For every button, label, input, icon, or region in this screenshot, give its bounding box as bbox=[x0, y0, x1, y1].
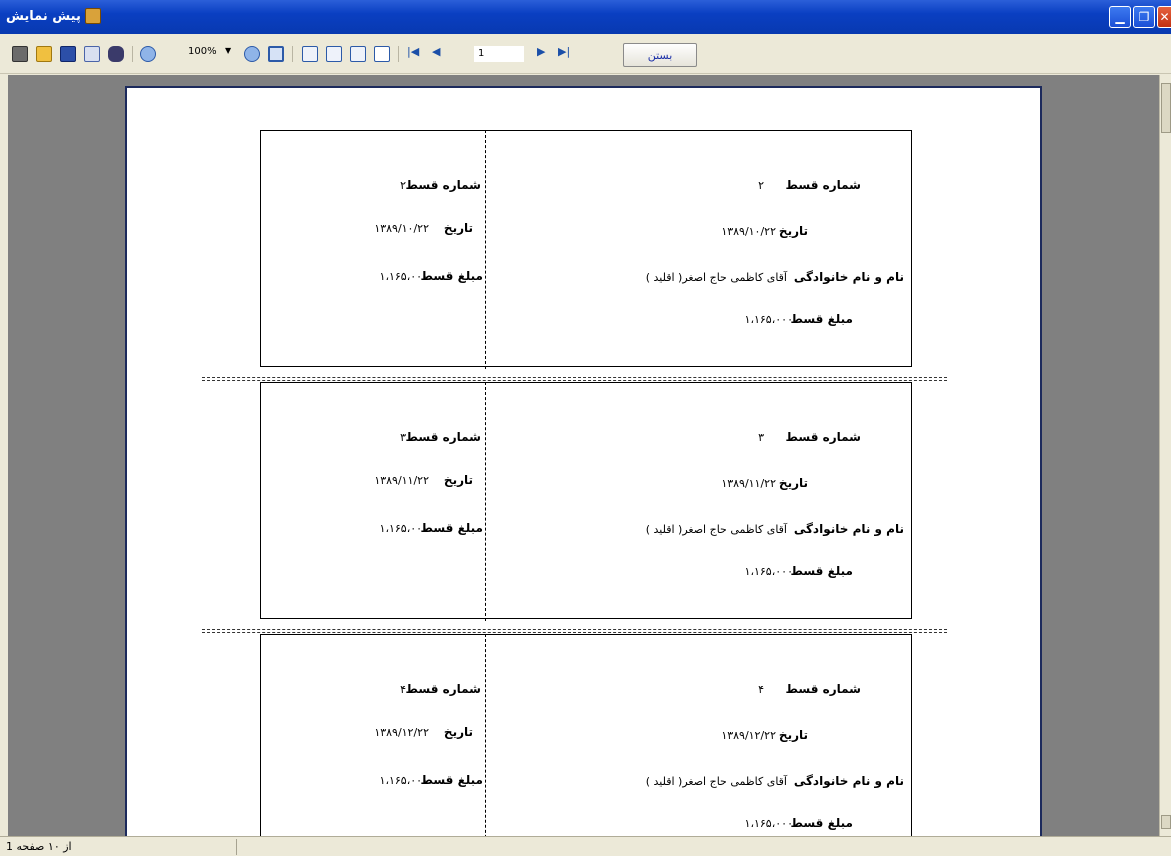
stub-divider bbox=[485, 382, 486, 621]
installment-date: ۱۳۸۹/۱۱/۲۲ bbox=[721, 477, 776, 490]
number-label: شماره قسط bbox=[785, 430, 861, 444]
find-icon[interactable] bbox=[108, 44, 124, 64]
title-bar: پیش نمایش ▁ ❐ ✕ bbox=[0, 0, 1171, 34]
date-label: تاریخ bbox=[778, 224, 808, 238]
stub-divider bbox=[485, 634, 486, 836]
stub-amount-label: مبلغ قسط bbox=[420, 269, 483, 283]
installment-date: ۱۳۸۹/۱۲/۲۲ bbox=[721, 729, 776, 742]
cut-line bbox=[202, 380, 947, 381]
vertical-scrollbar[interactable] bbox=[1159, 75, 1171, 836]
status-separator bbox=[236, 839, 237, 855]
toolbar: 100% ▼ |◀ ◀ 1 ▶ ▶| bbox=[0, 34, 1171, 74]
installment-number: ۴ bbox=[758, 683, 764, 696]
stub-number: ۴ bbox=[400, 683, 406, 696]
receipt-card: شماره قسط ۳ تاریخ ۱۳۸۹/۱۱/۲۲ مبلغ قسط ۱،… bbox=[260, 382, 912, 621]
installment-amount: ۱،۱۶۵،۰۰۰ bbox=[744, 817, 793, 830]
page-number-input[interactable]: 1 bbox=[474, 46, 524, 62]
save-icon[interactable] bbox=[60, 44, 76, 64]
stub-date-label: تاریخ bbox=[443, 473, 473, 487]
minimize-button[interactable]: ▁ bbox=[1109, 6, 1131, 28]
date-label: تاریخ bbox=[778, 476, 808, 490]
full-page-icon[interactable] bbox=[268, 44, 284, 64]
customer-name: آقای کاظمی حاج اصغر( اقلید ) bbox=[645, 775, 787, 788]
customer-name: آقای کاظمی حاج اصغر( اقلید ) bbox=[645, 523, 787, 536]
cut-line bbox=[202, 629, 947, 630]
page-info: از ۱۰ صفحه 1 bbox=[6, 840, 72, 853]
stub-number-label: شماره قسط bbox=[405, 682, 481, 696]
zoom-level[interactable]: 100% bbox=[188, 46, 217, 57]
title-group: پیش نمایش bbox=[6, 8, 101, 24]
customer-name: آقای کاظمی حاج اصغر( اقلید ) bbox=[645, 271, 787, 284]
stub-date: ۱۳۸۹/۱۰/۲۲ bbox=[374, 222, 429, 235]
amount-label: مبلغ قسط bbox=[790, 564, 853, 578]
book-icon[interactable] bbox=[350, 44, 366, 64]
edit-icon[interactable] bbox=[374, 44, 390, 64]
stub-date: ۱۳۸۹/۱۲/۲۲ bbox=[374, 726, 429, 739]
stub-date-label: تاریخ bbox=[443, 725, 473, 739]
receipt-card: شماره قسط ۴ تاریخ ۱۳۸۹/۱۲/۲۲ مبلغ قسط ۱،… bbox=[260, 634, 912, 836]
report-page: شماره قسط ۲ تاریخ ۱۳۸۹/۱۰/۲۲ مبلغ قسط ۱،… bbox=[125, 86, 1042, 836]
first-page-icon[interactable]: |◀ bbox=[407, 45, 419, 58]
stub-number: ۳ bbox=[400, 431, 406, 444]
stub-number-label: شماره قسط bbox=[405, 178, 481, 192]
stub-date-label: تاریخ bbox=[443, 221, 473, 235]
installment-amount: ۱،۱۶۵،۰۰۰ bbox=[744, 313, 793, 326]
name-label: نام و نام خانوادگی bbox=[793, 270, 904, 284]
open-icon[interactable] bbox=[36, 44, 52, 64]
stub-amount: ۱،۱۶۵،۰۰۰ bbox=[379, 522, 428, 535]
cut-line bbox=[202, 377, 947, 378]
stub-number-label: شماره قسط bbox=[405, 430, 481, 444]
installment-number: ۲ bbox=[758, 179, 764, 192]
toolbar-separator bbox=[292, 46, 293, 62]
window-title: پیش نمایش bbox=[6, 8, 81, 24]
window-controls: ▁ ❐ ✕ bbox=[1109, 6, 1171, 28]
last-page-icon[interactable]: ▶| bbox=[558, 45, 570, 58]
scrollbar-thumb[interactable] bbox=[1161, 83, 1171, 133]
report-icon bbox=[84, 8, 101, 24]
close-button[interactable]: بستن bbox=[623, 43, 697, 67]
installment-amount: ۱،۱۶۵،۰۰۰ bbox=[744, 565, 793, 578]
installment-number: ۳ bbox=[758, 431, 764, 444]
multi-page-icon[interactable] bbox=[326, 44, 342, 64]
amount-label: مبلغ قسط bbox=[790, 312, 853, 326]
zoom-out-icon[interactable] bbox=[244, 44, 260, 64]
amount-label: مبلغ قسط bbox=[790, 816, 853, 830]
next-page-icon[interactable]: ▶ bbox=[537, 45, 545, 58]
toolbar-separator bbox=[398, 46, 399, 62]
cut-line bbox=[202, 632, 947, 633]
installment-date: ۱۳۸۹/۱۰/۲۲ bbox=[721, 225, 776, 238]
toolbar-separator bbox=[132, 46, 133, 62]
print-icon[interactable] bbox=[12, 44, 28, 64]
date-label: تاریخ bbox=[778, 728, 808, 742]
export-icon[interactable] bbox=[84, 44, 100, 64]
stub-amount: ۱،۱۶۵،۰۰۰ bbox=[379, 270, 428, 283]
chevron-down-icon[interactable]: ▼ bbox=[225, 46, 231, 55]
receipt-card: شماره قسط ۲ تاریخ ۱۳۸۹/۱۰/۲۲ مبلغ قسط ۱،… bbox=[260, 130, 912, 369]
number-label: شماره قسط bbox=[785, 682, 861, 696]
single-page-icon[interactable] bbox=[302, 44, 318, 64]
number-label: شماره قسط bbox=[785, 178, 861, 192]
stub-date: ۱۳۸۹/۱۱/۲۲ bbox=[374, 474, 429, 487]
scrollbar-arrow-down[interactable] bbox=[1161, 815, 1171, 829]
name-label: نام و نام خانوادگی bbox=[793, 522, 904, 536]
stub-amount-label: مبلغ قسط bbox=[420, 521, 483, 535]
restore-button[interactable]: ❐ bbox=[1133, 6, 1155, 28]
name-label: نام و نام خانوادگی bbox=[793, 774, 904, 788]
prev-page-icon[interactable]: ◀ bbox=[432, 45, 440, 58]
stub-amount: ۱،۱۶۵،۰۰۰ bbox=[379, 774, 428, 787]
stub-number: ۲ bbox=[400, 179, 406, 192]
close-window-button[interactable]: ✕ bbox=[1157, 6, 1171, 28]
status-bar: از ۱۰ صفحه 1 bbox=[0, 836, 1171, 856]
stub-amount-label: مبلغ قسط bbox=[420, 773, 483, 787]
stub-divider bbox=[485, 130, 486, 369]
zoom-in-icon[interactable] bbox=[140, 44, 156, 64]
